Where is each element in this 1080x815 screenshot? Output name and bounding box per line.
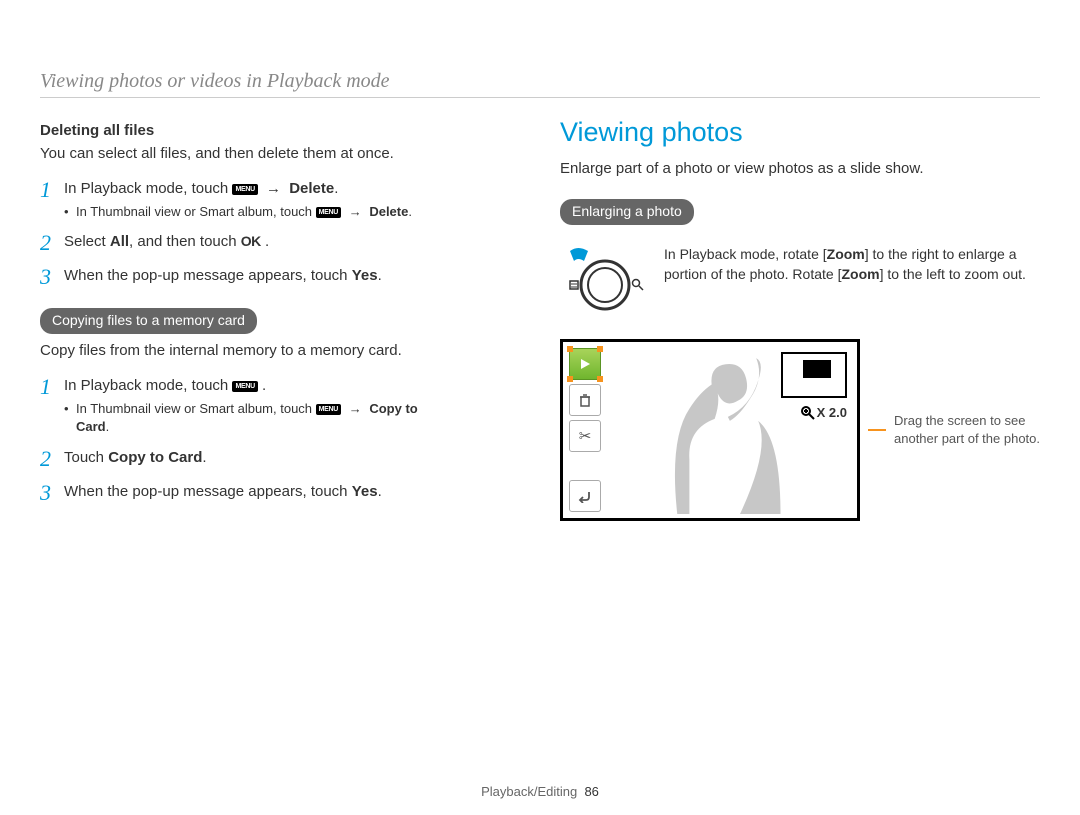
enlarging-pill: Enlarging a photo — [560, 199, 694, 226]
step-number: 3 — [40, 265, 64, 289]
deleting-steps: 1 In Playback mode, touch MENU → Delete.… — [40, 178, 520, 290]
right-column: Viewing photos Enlarge part of a photo o… — [560, 114, 1040, 521]
callout-line — [868, 429, 886, 431]
step-text: In Playback mode, touch — [64, 377, 232, 394]
menu-icon: MENU — [316, 404, 341, 415]
viewing-desc: Enlarge part of a photo or view photos a… — [560, 158, 1040, 179]
sub-bullet: In Thumbnail view or Smart album, touch … — [64, 400, 520, 436]
arrow-icon: → — [349, 400, 362, 418]
left-column: Deleting all files You can select all fi… — [40, 114, 520, 521]
navigator-box — [781, 352, 847, 398]
zoom-instruction: In Playback mode, rotate [Zoom] to the r… — [664, 245, 1040, 284]
menu-icon: MENU — [316, 207, 341, 218]
step-number: 2 — [40, 231, 64, 255]
drag-callout-text: Drag the screen to see another part of t… — [894, 412, 1040, 448]
scissors-icon: ✂ — [569, 420, 601, 452]
step-number: 2 — [40, 447, 64, 471]
zoom-level-label: X 2.0 — [801, 404, 847, 422]
copying-pill: Copying files to a memory card — [40, 308, 257, 335]
menu-icon: MENU — [232, 381, 257, 392]
page-footer: Playback/Editing 86 — [0, 784, 1080, 799]
deleting-desc: You can select all files, and then delet… — [40, 143, 520, 164]
copy-desc: Copy files from the internal memory to a… — [40, 340, 520, 361]
step-text: Touch Copy to Card. — [64, 447, 520, 468]
trash-icon — [569, 384, 601, 416]
step-text: When the pop-up message appears, touch Y… — [64, 265, 520, 286]
menu-icon: MENU — [232, 184, 257, 195]
camera-screen-illustration: ✂ — [560, 339, 860, 521]
page-header: Viewing photos or videos in Playback mod… — [40, 70, 1040, 93]
back-icon — [569, 480, 601, 512]
viewing-photos-title: Viewing photos — [560, 114, 1040, 152]
copying-steps: 1 In Playback mode, touch MENU . In Thum… — [40, 375, 520, 505]
step-number: 3 — [40, 481, 64, 505]
step-text: When the pop-up message appears, touch Y… — [64, 481, 520, 502]
step-number: 1 — [40, 375, 64, 399]
divider — [40, 97, 1040, 98]
delete-label: Delete — [289, 180, 334, 197]
step-text: In Playback mode, touch — [64, 180, 232, 197]
sub-bullet: In Thumbnail view or Smart album, touch … — [64, 203, 520, 221]
play-icon — [569, 348, 601, 380]
step-text: Select All, and then touch OK . — [64, 231, 520, 252]
step-number: 1 — [40, 178, 64, 202]
arrow-icon: → — [349, 203, 362, 221]
zoom-dial-illustration — [560, 245, 650, 321]
deleting-all-files-heading: Deleting all files — [40, 120, 520, 141]
ok-icon: OK — [241, 232, 261, 252]
arrow-icon: → — [266, 178, 281, 199]
